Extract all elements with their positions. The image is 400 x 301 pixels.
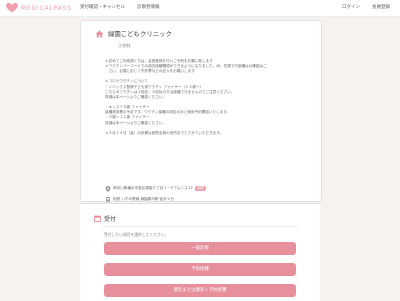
clinic-info-card: 緑園こどもクリニック 小児科 ＊初めてご利用頂く方は、会員登録を行いご予約をお願… (80, 20, 322, 214)
medicalpass-logo[interactable]: MEDICALPASS (6, 3, 72, 13)
reception-section: 受付 受付したい項目を選択してください。 一般診察 予防接種 健診または健診＋予… (80, 203, 320, 301)
nav-reservation-check[interactable]: 受付確認・キャンセル (80, 4, 125, 10)
general-consultation-button[interactable]: 一般診察 (104, 242, 296, 255)
clinic-access: 相鉄 いずみ野線 緑園都市駅 徒歩２分 (113, 197, 174, 201)
reception-title: 受付 (104, 216, 117, 223)
train-icon (106, 196, 110, 203)
divider (102, 226, 298, 227)
department-label: 小児科 (118, 43, 131, 48)
clinic-name: 緑園こどもクリニック (108, 30, 172, 38)
nav-patient-card[interactable]: 診察券情報 (137, 4, 160, 10)
address-row: 神奈川県横浜市泉区緑園２丁目１−５アムニス２F 地図 (105, 183, 206, 194)
map-button[interactable]: 地図 (195, 186, 206, 191)
notice-text: ＊初めてご利用頂く方は、会員登録を行いご予約をお願い致します ＊ワクチンバーコー… (105, 59, 310, 136)
notice-line: ＊４月１４日（金）の診察は医院全員の来所までとさせていただきます。 (105, 130, 224, 135)
vaccination-button[interactable]: 予防接種 (104, 263, 296, 276)
map-pin-icon (105, 185, 111, 192)
logo-text: MEDICALPASS (21, 4, 72, 12)
clinic-address: 神奈川県横浜市泉区緑園２丁目１−５アムニス２F (113, 186, 194, 190)
top-navigation-bar: MEDICALPASS 受付確認・キャンセル 診察券情報 ログイン 会員登録 (0, 0, 400, 17)
reception-header: 受付 (94, 214, 116, 223)
checkup-button[interactable]: 健診または健診＋予防接種 (104, 284, 296, 297)
calendar-icon (94, 215, 101, 222)
heart-logo-icon (6, 3, 18, 13)
clinic-title: 緑園こどもクリニック (95, 29, 172, 38)
login-link[interactable]: ログイン (342, 4, 360, 10)
header-nav: 受付確認・キャンセル 診察券情報 (80, 4, 172, 10)
home-icon (95, 30, 104, 37)
register-link[interactable]: 会員登録 (372, 4, 390, 10)
reception-hint: 受付したい項目を選択してください。 (104, 232, 169, 237)
